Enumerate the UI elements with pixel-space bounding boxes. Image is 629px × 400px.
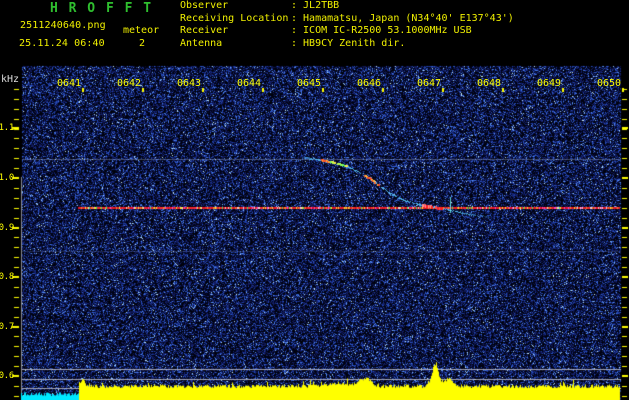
hrofft-output: H R O F F T 2511240640.png meteor 25.11.… (0, 0, 629, 400)
station-field-label: Antenna (180, 37, 223, 49)
freq-axis-label: 1.1 (0, 123, 14, 133)
freq-axis-label: 0.6 (0, 371, 14, 381)
app-title: H R O F F T (50, 1, 153, 16)
freq-axis-label: 0.9 (0, 223, 14, 233)
station-field: Antenna : HB9CY Zenith dir. (180, 38, 514, 51)
station-field-value: : HB9CY Zenith dir. (291, 37, 406, 49)
station-info: Observer: JL2TBB Receiving Location: Hama… (180, 0, 514, 50)
station-field-value: : JL2TBB (291, 0, 340, 11)
time-axis-label: 0642 (117, 78, 142, 89)
station-field-label: Receiving Location (180, 12, 289, 24)
echo-count: 2 (139, 38, 146, 49)
observation-mode: meteor (123, 25, 160, 36)
freq-axis-label: 0.7 (0, 322, 14, 332)
time-axis-label: 0645 (297, 78, 322, 89)
time-axis-label: 0649 (537, 78, 562, 89)
station-field: Receiving Location: Hamamatsu, Japan (N3… (180, 13, 514, 26)
spectrogram-canvas (0, 0, 629, 400)
time-axis-label: 0650 (597, 78, 622, 89)
observation-datetime: 25.11.24 06:40 (19, 38, 105, 49)
freq-axis-label: 1.0 (0, 173, 14, 183)
time-axis-label: 0647 (417, 78, 442, 89)
station-field-value: : Hamamatsu, Japan (N34°40' E137°43') (291, 12, 514, 24)
station-field: Receiver : ICOM IC-R2500 53.1000MHz USB (180, 25, 514, 38)
time-axis-label: 0644 (237, 78, 262, 89)
time-axis-label: 0648 (477, 78, 502, 89)
output-filename: 2511240640.png (20, 20, 106, 31)
freq-axis-unit: kHz (1, 74, 20, 85)
time-axis-label: 0641 (57, 78, 82, 89)
station-field-value: : ICOM IC-R2500 53.1000MHz USB (291, 25, 472, 36)
freq-axis-label: 0.8 (0, 272, 14, 282)
time-axis-label: 0646 (357, 78, 382, 89)
station-field-label: Observer (180, 0, 229, 11)
time-axis-label: 0643 (177, 78, 202, 89)
station-field: Observer : JL2TBB (180, 0, 514, 13)
station-field-label: Receiver (180, 25, 229, 36)
